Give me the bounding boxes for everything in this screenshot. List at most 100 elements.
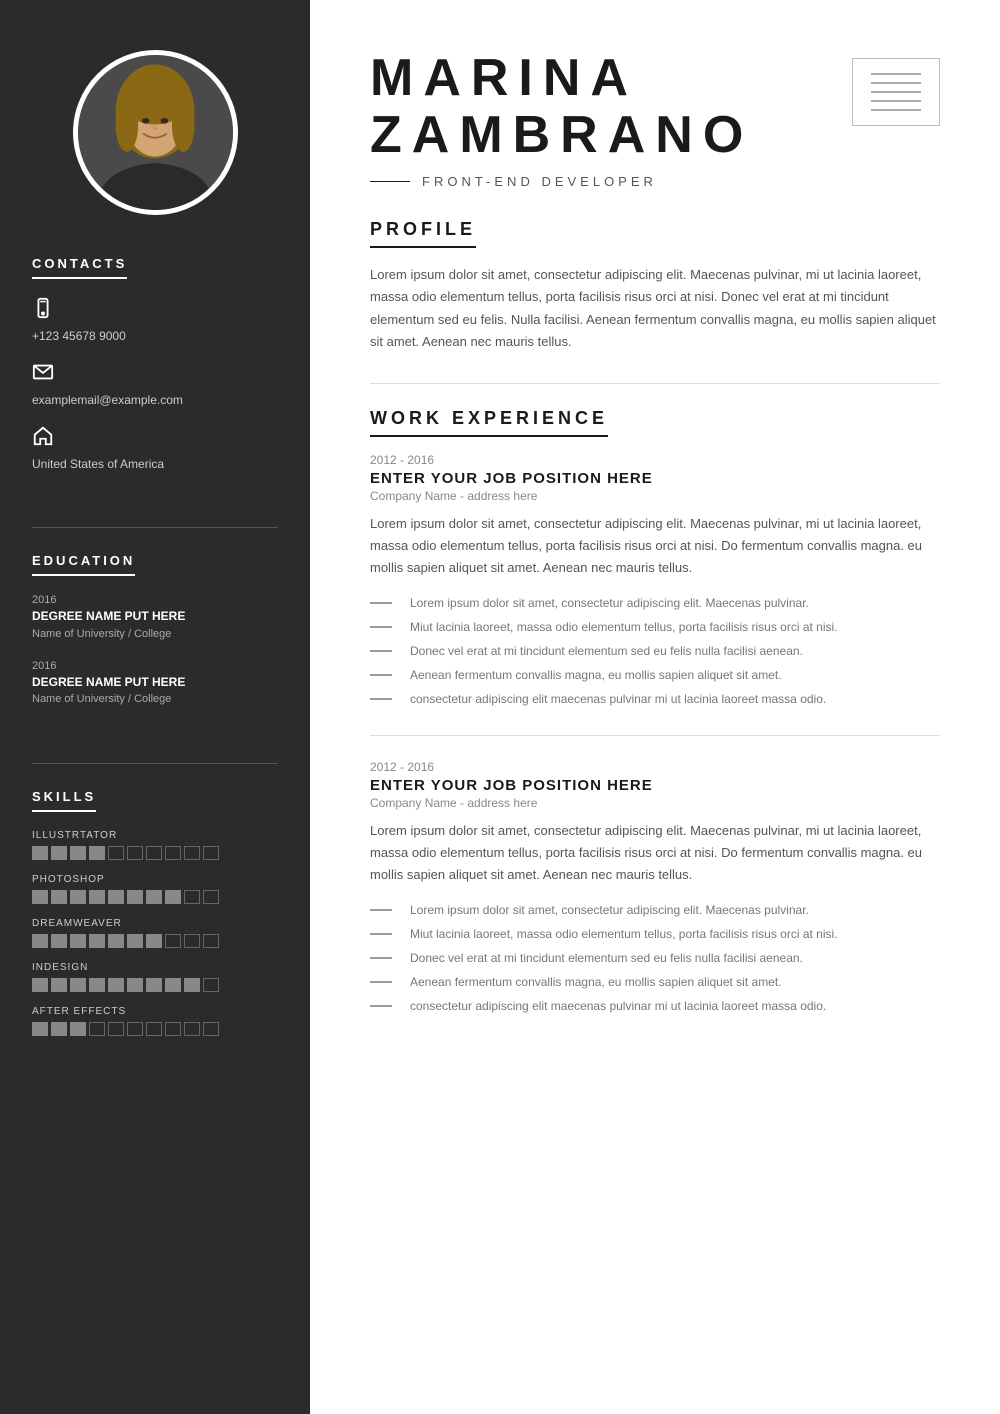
skill-bar-0-2 (70, 846, 86, 860)
bullet-2-5: consectetur adipiscing elit maecenas pul… (370, 994, 940, 1018)
skill-label-1: PHOTOSHOP (32, 874, 278, 885)
skill-bar-3-9 (203, 978, 219, 992)
skill-bar-1-2 (70, 890, 86, 904)
skill-label-4: AFTER EFFECTS (32, 1006, 278, 1017)
bullet-2-4: Aenean fermentum convallis magna, eu mol… (370, 970, 940, 994)
avatar-container (0, 0, 310, 255)
skills-section: SKILLS ILLUSTRTATOR PHOTOSHOP DREAMWEAVER I… (0, 788, 310, 1050)
job-title-bar: FRONT-END DEVELOPER (370, 174, 822, 189)
email-address: examplemail@example.com (32, 393, 183, 407)
job-title-line (370, 181, 410, 182)
skill-bar-4-5 (127, 1022, 143, 1036)
email-icon (32, 361, 54, 388)
skill-bar-4-0 (32, 1022, 48, 1036)
edu-degree-2: DEGREE NAME PUT HERE (32, 675, 278, 691)
job-description-1: Lorem ipsum dolor sit amet, consectetur … (370, 513, 940, 579)
skill-bar-3-6 (146, 978, 162, 992)
contacts-section: CONTACTS +123 45678 9000 examplemail@exa… (0, 255, 310, 489)
skill-bar-3-3 (89, 978, 105, 992)
education-item-2: 2016 DEGREE NAME PUT HERE Name of Univer… (32, 660, 278, 706)
skill-item-0: ILLUSTRTATOR (32, 830, 278, 860)
job-company-1: Company Name - address here (370, 489, 940, 503)
divider-jobs (370, 735, 940, 736)
skill-item-1: PHOTOSHOP (32, 874, 278, 904)
bullet-1-4: Aenean fermentum convallis magna, eu mol… (370, 663, 940, 687)
job-dates-1: 2012 - 2016 (370, 453, 940, 467)
skill-bar-1-5 (127, 890, 143, 904)
skill-bar-0-9 (203, 846, 219, 860)
skill-bar-4-4 (108, 1022, 124, 1036)
skill-bar-0-1 (51, 846, 67, 860)
bullet-2-1: Lorem ipsum dolor sit amet, consectetur … (370, 898, 940, 922)
deco-line-2 (871, 82, 921, 84)
skill-bar-4-8 (184, 1022, 200, 1036)
skills-title: SKILLS (32, 789, 96, 812)
skill-bar-0-7 (165, 846, 181, 860)
email-contact: examplemail@example.com (32, 361, 278, 407)
job-position-2: ENTER YOUR JOB POSITION HERE (370, 777, 940, 794)
skill-bar-2-2 (70, 934, 86, 948)
deco-line-5 (871, 109, 921, 111)
skill-bar-3-4 (108, 978, 124, 992)
name-block: MARINA ZAMBRANO FRONT-END DEVELOPER (370, 50, 822, 189)
header-section: MARINA ZAMBRANO FRONT-END DEVELOPER (310, 0, 1000, 219)
skill-bar-1-7 (165, 890, 181, 904)
skill-bar-2-4 (108, 934, 124, 948)
skill-bar-3-5 (127, 978, 143, 992)
skill-bar-1-3 (89, 890, 105, 904)
divider-2 (32, 763, 278, 764)
bullet-1-2: Miut lacinia laoreet, massa odio element… (370, 615, 940, 639)
sidebar: CONTACTS +123 45678 9000 examplemail@exa… (0, 0, 310, 1414)
skill-bar-1-8 (184, 890, 200, 904)
job-entry-1: 2012 - 2016 ENTER YOUR JOB POSITION HERE… (370, 453, 940, 711)
job-entry-2: 2012 - 2016 ENTER YOUR JOB POSITION HERE… (370, 760, 940, 1018)
skill-bars-0 (32, 846, 278, 860)
skill-bar-3-2 (70, 978, 86, 992)
header-decoration-box (852, 58, 940, 126)
education-item-1: 2016 DEGREE NAME PUT HERE Name of Univer… (32, 594, 278, 640)
skill-bar-4-7 (165, 1022, 181, 1036)
bullet-1-1: Lorem ipsum dolor sit amet, consectetur … (370, 591, 940, 615)
skill-bar-0-8 (184, 846, 200, 860)
edu-school-1: Name of University / College (32, 628, 278, 640)
skill-bar-0-3 (89, 846, 105, 860)
skill-bar-1-4 (108, 890, 124, 904)
skill-bar-3-7 (165, 978, 181, 992)
edu-year-1: 2016 (32, 594, 278, 606)
skill-label-0: ILLUSTRTATOR (32, 830, 278, 841)
skill-bar-4-2 (70, 1022, 86, 1036)
avatar (73, 50, 238, 215)
first-name: MARINA (370, 49, 638, 107)
address-text: United States of America (32, 457, 164, 471)
phone-contact: +123 45678 9000 (32, 297, 278, 343)
profile-text: Lorem ipsum dolor sit amet, consectetur … (370, 264, 940, 352)
education-section: EDUCATION 2016 DEGREE NAME PUT HERE Name… (0, 552, 310, 725)
skill-bar-0-5 (127, 846, 143, 860)
job-description-2: Lorem ipsum dolor sit amet, consectetur … (370, 820, 940, 886)
profile-title: PROFILE (370, 219, 476, 248)
skill-bar-2-7 (165, 934, 181, 948)
work-experience-section: WORK EXPERIENCE 2012 - 2016 ENTER YOUR J… (370, 408, 940, 1019)
deco-line-4 (871, 100, 921, 102)
skill-bar-2-1 (51, 934, 67, 948)
main-content: MARINA ZAMBRANO FRONT-END DEVELOPER PROF… (310, 0, 1000, 1414)
job-company-2: Company Name - address here (370, 796, 940, 810)
skill-item-3: INDESIGN (32, 962, 278, 992)
bullet-1-3: Donec vel erat at mi tincidunt elementum… (370, 639, 940, 663)
skill-bar-1-0 (32, 890, 48, 904)
contacts-title: CONTACTS (32, 256, 127, 279)
job-bullets-1: Lorem ipsum dolor sit amet, consectetur … (370, 591, 940, 711)
edu-degree-1: DEGREE NAME PUT HERE (32, 609, 278, 625)
skill-bar-1-9 (203, 890, 219, 904)
bullet-2-3: Donec vel erat at mi tincidunt elementum… (370, 946, 940, 970)
work-title: WORK EXPERIENCE (370, 408, 608, 437)
skill-bar-4-1 (51, 1022, 67, 1036)
skill-bar-0-0 (32, 846, 48, 860)
skill-bar-4-3 (89, 1022, 105, 1036)
education-title: EDUCATION (32, 553, 135, 576)
skill-label-2: DREAMWEAVER (32, 918, 278, 929)
skill-bars-4 (32, 1022, 278, 1036)
full-name: MARINA ZAMBRANO (370, 50, 822, 164)
skill-bar-4-9 (203, 1022, 219, 1036)
skill-bar-2-0 (32, 934, 48, 948)
